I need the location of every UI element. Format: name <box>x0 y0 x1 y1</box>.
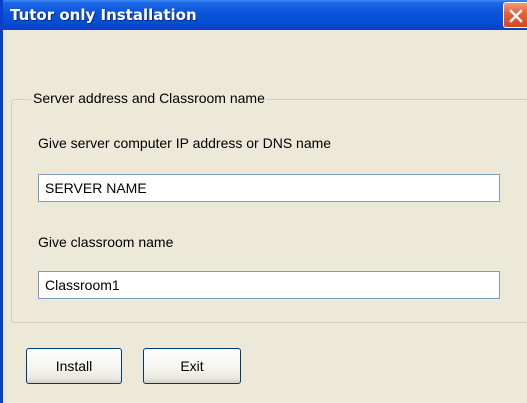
classroom-name-input[interactable]: Classroom1 <box>38 271 500 299</box>
close-button[interactable] <box>503 2 527 28</box>
classroom-name-label: Give classroom name <box>38 234 174 250</box>
server-address-input[interactable]: SERVER NAME <box>38 174 500 202</box>
dialog-window: Tutor only Installation Server address a… <box>0 0 527 403</box>
close-icon <box>509 9 523 23</box>
server-address-label: Give server computer IP address or DNS n… <box>38 135 332 151</box>
install-button[interactable]: Install <box>26 348 122 384</box>
window-title: Tutor only Installation <box>10 6 197 24</box>
title-bar[interactable]: Tutor only Installation <box>3 0 527 30</box>
groupbox-legend: Server address and Classroom name <box>31 90 267 106</box>
exit-button[interactable]: Exit <box>143 348 241 384</box>
